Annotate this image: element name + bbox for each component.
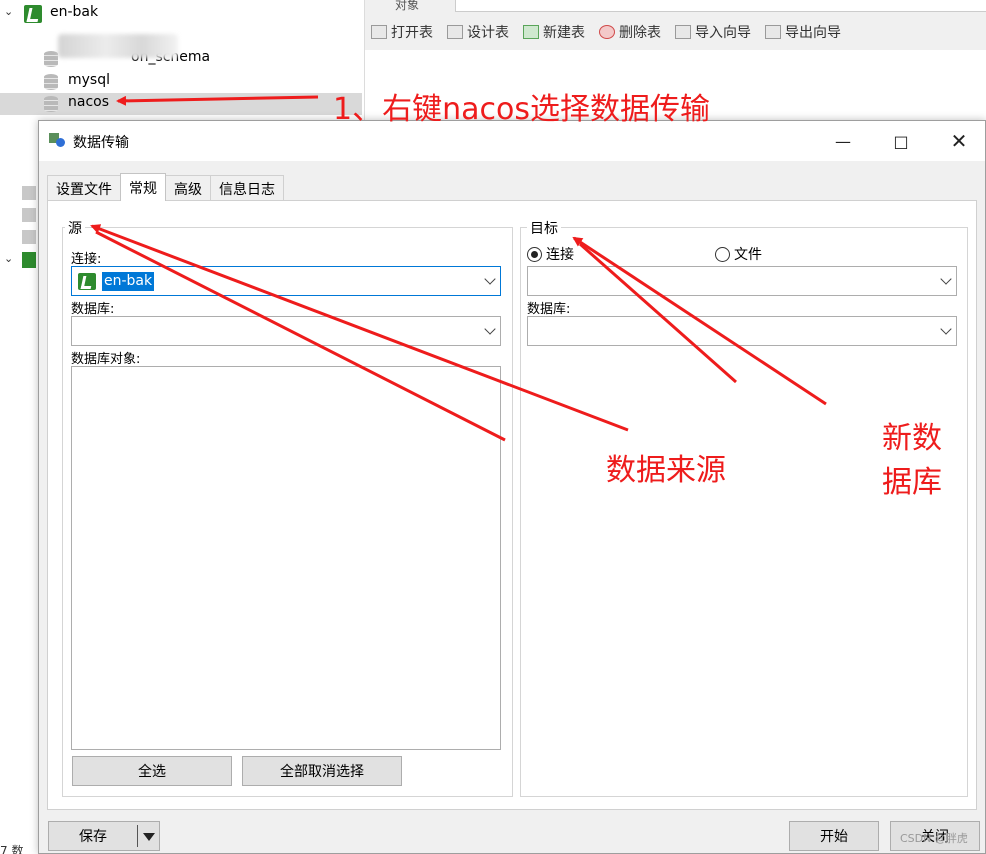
annotation-target-note-line2: 据库 xyxy=(882,465,942,500)
export-wizard-button[interactable]: 导出向导 xyxy=(765,22,841,42)
annotation-source-note: 数据来源 xyxy=(606,453,726,488)
start-button[interactable]: 开始 xyxy=(789,821,879,851)
dialog-tabs: 设置文件 常规 高级 信息日志 xyxy=(47,173,284,201)
chevron-down-icon xyxy=(940,323,952,335)
source-connection-label: 连接: xyxy=(71,252,102,267)
target-database-select[interactable] xyxy=(527,316,957,346)
tab-settings-file[interactable]: 设置文件 xyxy=(47,175,121,201)
data-transfer-dialog: 数据传输 — □ ✕ 设置文件 常规 高级 信息日志 源 连接: en-bak … xyxy=(38,120,986,854)
data-transfer-icon xyxy=(49,133,65,147)
tree-item-nacos[interactable]: nacos xyxy=(0,93,362,115)
tab-advanced[interactable]: 高级 xyxy=(165,175,211,201)
new-table-label: 新建表 xyxy=(543,25,585,41)
database-icon xyxy=(44,74,58,90)
import-wizard-label: 导入向导 xyxy=(695,25,751,41)
minimize-button[interactable]: — xyxy=(819,121,867,161)
target-radio-file[interactable]: 文件 xyxy=(715,244,762,264)
tab-general[interactable]: 常规 xyxy=(120,173,166,201)
tab-message-log[interactable]: 信息日志 xyxy=(210,175,284,201)
select-all-button[interactable]: 全选 xyxy=(72,756,232,786)
target-database-label: 数据库: xyxy=(527,302,571,317)
save-split-button[interactable]: 保存 xyxy=(48,821,160,851)
connection-icon xyxy=(78,273,96,290)
maximize-button[interactable]: □ xyxy=(877,121,925,161)
chevron-down-icon[interactable]: ⌄ xyxy=(4,252,13,265)
chevron-down-icon[interactable]: ⌄ xyxy=(4,5,13,18)
tab-objects[interactable]: 对象 xyxy=(395,0,419,13)
tree-db-label: nacos xyxy=(68,94,110,110)
connection-icon xyxy=(22,186,36,200)
chevron-down-icon xyxy=(484,323,496,335)
connection-icon xyxy=(24,5,42,23)
design-table-icon xyxy=(447,25,463,39)
watermark: CSDN @胖虎 xyxy=(900,832,968,845)
table-toolbar: 打开表 设计表 新建表 删除表 导入向导 导出向导 xyxy=(371,22,841,42)
delete-table-button[interactable]: 删除表 xyxy=(599,22,661,42)
tree-item-connection[interactable]: ⌄ en-bak xyxy=(0,3,362,25)
main-toolbar: 对象 打开表 设计表 新建表 删除表 导入向导 导出向导 xyxy=(364,0,986,50)
connection-icon xyxy=(22,252,36,268)
dropdown-triangle-icon[interactable] xyxy=(143,833,155,841)
new-table-icon xyxy=(523,25,539,39)
target-group: 目标 连接 文件 数据库: xyxy=(520,218,968,797)
general-tab-page: 源 连接: en-bak 数据库: 数据库对象: 全选 全部取消选择 目标 连接… xyxy=(47,200,977,810)
source-database-select[interactable] xyxy=(71,316,501,346)
close-window-button[interactable]: ✕ xyxy=(935,121,983,161)
import-wizard-icon xyxy=(675,25,691,39)
split-separator xyxy=(137,825,138,847)
dialog-title: 数据传输 xyxy=(73,135,129,151)
target-radio-connection-label: 连接 xyxy=(546,247,574,263)
tree-item-mysql[interactable]: mysql xyxy=(0,71,362,93)
tree-connection-label: en-bak xyxy=(50,4,99,20)
status-bar-text: 7 数 xyxy=(0,844,24,854)
source-database-label: 数据库: xyxy=(71,302,115,317)
design-table-label: 设计表 xyxy=(467,25,509,41)
delete-table-label: 删除表 xyxy=(619,25,661,41)
redaction-blur xyxy=(58,34,178,58)
radio-selected-icon xyxy=(527,246,542,262)
database-icon xyxy=(44,96,58,112)
source-connection-select[interactable]: en-bak xyxy=(71,266,501,296)
database-icon xyxy=(44,51,58,67)
annotation-target-note-line1: 新数 xyxy=(882,421,942,456)
import-wizard-button[interactable]: 导入向导 xyxy=(675,22,751,42)
target-radio-connection[interactable]: 连接 xyxy=(527,244,574,264)
deselect-all-button[interactable]: 全部取消选择 xyxy=(242,756,402,786)
target-group-title: 目标 xyxy=(527,218,561,238)
open-table-icon xyxy=(371,25,387,39)
save-button-label: 保存 xyxy=(79,829,107,845)
chevron-down-icon xyxy=(484,273,496,285)
tree-db-label: mysql xyxy=(68,72,110,88)
annotation-step1: 1、右键nacos选择数据传输 xyxy=(333,92,710,127)
connection-icon xyxy=(22,230,36,244)
object-tab-strip xyxy=(455,0,986,12)
delete-table-icon xyxy=(599,25,615,39)
tree-item-information-schema[interactable]: on_schema xyxy=(0,48,362,70)
source-group-title: 源 xyxy=(65,218,85,238)
open-table-button[interactable]: 打开表 xyxy=(371,22,433,42)
target-connection-select[interactable] xyxy=(527,266,957,296)
source-objects-list[interactable] xyxy=(71,366,501,750)
radio-unselected-icon xyxy=(715,246,730,262)
source-objects-label: 数据库对象: xyxy=(71,352,141,367)
screenshot: ⌄ en-bak on_schema mysql nacos ⌄ 对象 xyxy=(0,0,986,854)
open-table-label: 打开表 xyxy=(391,25,433,41)
source-connection-value: en-bak xyxy=(102,272,155,291)
target-radio-file-label: 文件 xyxy=(734,247,762,263)
connection-icon xyxy=(22,208,36,222)
source-group: 源 连接: en-bak 数据库: 数据库对象: 全选 全部取消选择 xyxy=(62,218,513,797)
export-wizard-label: 导出向导 xyxy=(785,25,841,41)
chevron-down-icon xyxy=(940,273,952,285)
export-wizard-icon xyxy=(765,25,781,39)
new-table-button[interactable]: 新建表 xyxy=(523,22,585,42)
design-table-button[interactable]: 设计表 xyxy=(447,22,509,42)
